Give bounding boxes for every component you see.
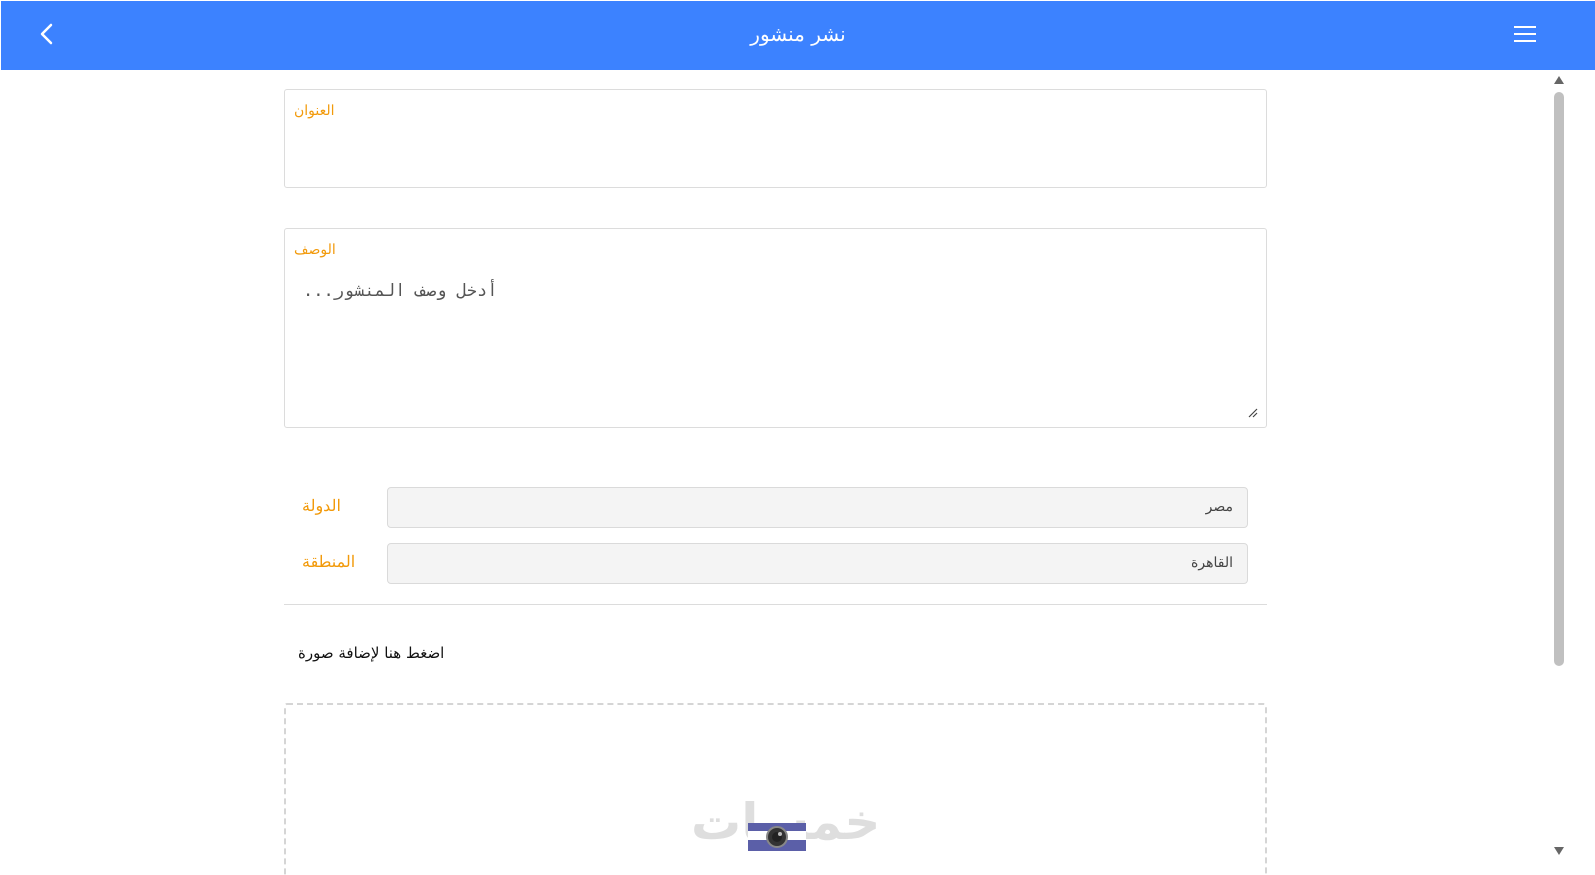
title-label: العنوان (294, 103, 335, 119)
resize-grip-icon[interactable] (1248, 408, 1258, 418)
scroll-down-arrow-icon[interactable] (1553, 846, 1565, 856)
app-header: نشر منشور (1, 1, 1595, 70)
country-select[interactable]: مصر (387, 487, 1248, 528)
title-field[interactable]: العنوان (284, 89, 1267, 188)
country-label: الدولة (302, 496, 341, 515)
description-field[interactable]: الوصف ...أدخل وصف المنشور (284, 228, 1267, 428)
region-label: المنطقة (302, 552, 356, 571)
menu-button[interactable] (1512, 23, 1538, 45)
divider (284, 604, 1267, 605)
scroll-up-arrow-icon[interactable] (1553, 75, 1565, 85)
add-photo-link[interactable]: اضغط هنا لإضافة صورة (298, 644, 444, 662)
vertical-scrollbar[interactable] (1551, 70, 1568, 875)
region-select[interactable]: القاهرة (387, 543, 1248, 584)
description-placeholder: ...أدخل وصف المنشور (303, 281, 498, 301)
image-dropzone[interactable]: خمسات (284, 703, 1267, 875)
description-label: الوصف (294, 242, 336, 258)
region-value: القاهرة (1191, 555, 1233, 571)
hamburger-menu-icon (1514, 26, 1536, 42)
scrollbar-thumb[interactable] (1554, 92, 1564, 666)
country-value: مصر (1205, 499, 1233, 515)
page-title: نشر منشور (750, 22, 846, 46)
post-form: العنوان الوصف ...أدخل وصف المنشور الدولة… (0, 70, 1551, 875)
camera-icon (748, 823, 806, 851)
